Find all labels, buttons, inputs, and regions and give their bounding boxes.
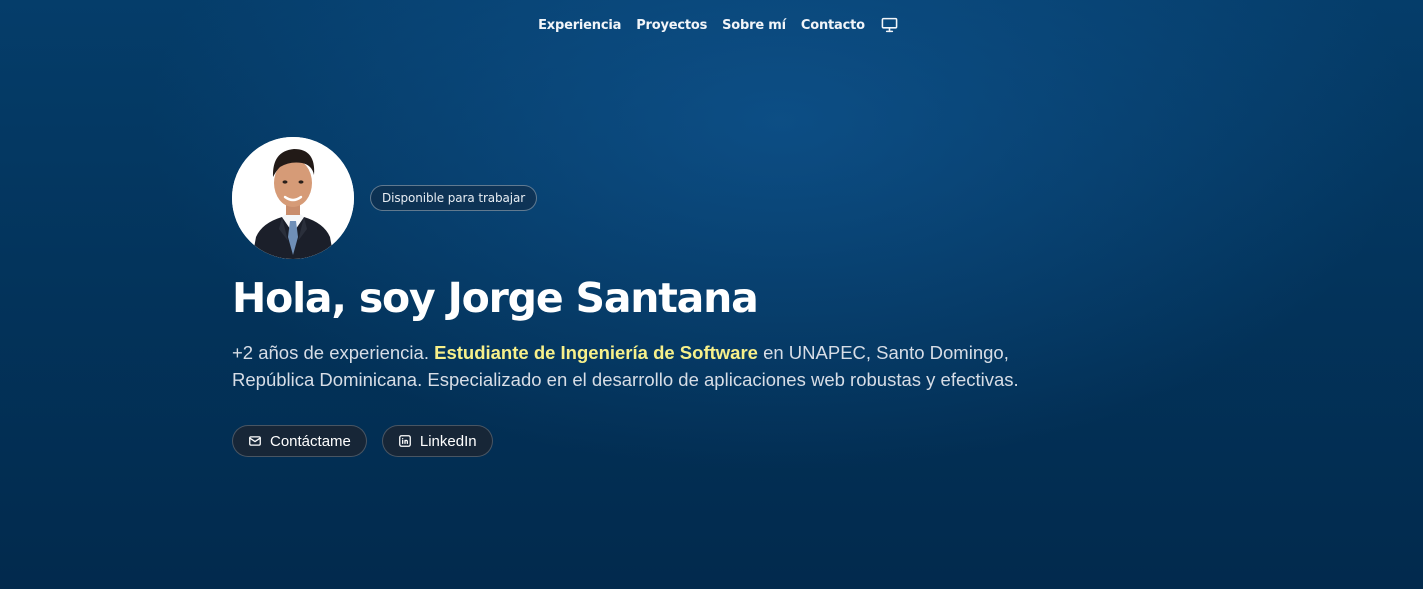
description-intro: +2 años de experiencia. [232, 342, 435, 363]
theme-toggle-button[interactable] [881, 16, 899, 34]
linkedin-button-label: LinkedIn [419, 432, 477, 450]
nav-link-sobre-mi[interactable]: Sobre mí [722, 18, 786, 33]
contact-button[interactable]: Contáctame [232, 425, 367, 457]
hero-section: Disponible para trabajar Hola, soy Jorge… [232, 137, 1132, 457]
nav-links: Experiencia Proyectos Sobre mí Contacto [524, 16, 899, 34]
hero-header: Disponible para trabajar [232, 137, 1132, 259]
profile-photo [232, 137, 354, 259]
nav-link-contacto[interactable]: Contacto [801, 18, 865, 33]
mail-icon [248, 434, 262, 448]
description-highlight: Estudiante de Ingeniería de Software [434, 342, 758, 363]
linkedin-icon [398, 434, 412, 448]
avatar [232, 137, 354, 259]
linkedin-button[interactable]: LinkedIn [381, 425, 493, 457]
hero-actions: Contáctame LinkedIn [232, 425, 1132, 457]
nav-link-experiencia[interactable]: Experiencia [538, 18, 621, 33]
nav-link-proyectos[interactable]: Proyectos [636, 18, 707, 33]
contact-button-label: Contáctame [270, 432, 351, 450]
top-nav: Experiencia Proyectos Sobre mí Contacto [0, 12, 1423, 38]
hero-description: +2 años de experiencia. Estudiante de In… [232, 339, 1092, 393]
page-title: Hola, soy Jorge Santana [232, 274, 759, 322]
monitor-icon [882, 17, 898, 33]
availability-badge: Disponible para trabajar [370, 185, 538, 211]
